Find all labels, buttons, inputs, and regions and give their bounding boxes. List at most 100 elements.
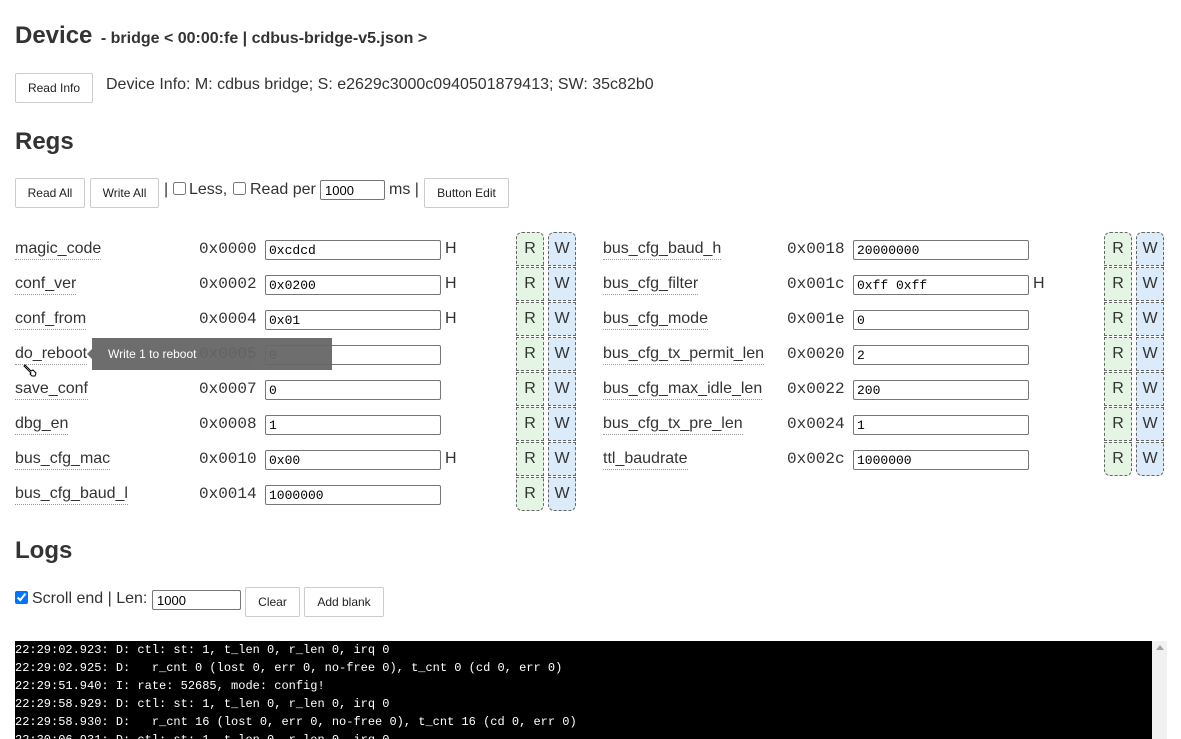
scroll-end-checkbox[interactable] [15, 591, 28, 604]
read-all-button[interactable]: Read All [15, 178, 85, 208]
reg-read-button[interactable]: R [516, 407, 544, 441]
reg-address: 0x0014 [199, 485, 257, 503]
reg-value-input[interactable] [853, 310, 1029, 330]
reg-read-button[interactable]: R [1104, 372, 1132, 406]
reg-read-button[interactable]: R [516, 302, 544, 336]
add-blank-button[interactable]: Add blank [304, 587, 384, 617]
reg-name: do_reboot [15, 344, 88, 365]
log-output[interactable]: 22:29:02.923: D: ctl: st: 1, t_len 0, r_… [15, 641, 1167, 739]
reg-write-button[interactable]: W [1136, 372, 1164, 406]
reg-read-button[interactable]: R [516, 442, 544, 476]
reg-name: ttl_baudrate [603, 449, 688, 470]
reg-format-flag: H [445, 240, 457, 257]
reg-value-input[interactable] [265, 275, 441, 295]
reg-value-input[interactable] [265, 450, 441, 470]
reg-read-button[interactable]: R [516, 267, 544, 301]
reg-write-button[interactable]: W [1136, 442, 1164, 476]
reg-address: 0x0000 [199, 240, 257, 258]
reg-address: 0x0004 [199, 310, 257, 328]
reg-name: dbg_en [15, 414, 69, 435]
log-length-input[interactable] [152, 590, 241, 610]
read-info-button[interactable]: Read Info [15, 73, 93, 103]
reg-value-input[interactable] [853, 415, 1029, 435]
reg-format-flag: H [445, 310, 457, 327]
device-info-text: Device Info: M: cdbus bridge; S: e2629c3… [106, 76, 654, 93]
reg-read-button[interactable]: R [1104, 337, 1132, 371]
scroll-end-label: Scroll end | Len: [32, 590, 148, 607]
reg-write-button[interactable]: W [1136, 407, 1164, 441]
device-title: Device [15, 22, 93, 49]
reg-address: 0x0002 [199, 275, 257, 293]
reg-format-flag: H [1033, 275, 1045, 292]
log-scrollbar[interactable] [1152, 641, 1167, 739]
reg-value-input[interactable] [853, 345, 1029, 365]
reg-read-button[interactable]: R [1104, 267, 1132, 301]
reg-name: bus_cfg_filter [603, 274, 699, 295]
reg-read-button[interactable]: R [516, 372, 544, 406]
reg-name: conf_from [15, 309, 87, 330]
read-per-checkbox[interactable] [233, 182, 246, 195]
reg-address: 0x0024 [787, 415, 845, 433]
reg-read-button[interactable]: R [516, 232, 544, 266]
reg-name: bus_cfg_baud_l [15, 484, 128, 505]
log-line: 22:29:58.930: D: r_cnt 16 (lost 0, err 0… [15, 715, 577, 729]
reg-address: 0x001c [787, 275, 845, 293]
reg-address: 0x0018 [787, 240, 845, 258]
reg-name: bus_cfg_tx_pre_len [603, 414, 743, 435]
reg-name: bus_cfg_tx_permit_len [603, 344, 764, 365]
reg-address: 0x0022 [787, 380, 845, 398]
logs-title: Logs [15, 537, 73, 564]
reg-value-input[interactable] [853, 450, 1029, 470]
reg-value-input[interactable] [265, 485, 441, 505]
regs-separator: | [164, 181, 169, 198]
write-all-button[interactable]: Write All [90, 178, 159, 208]
reg-write-button[interactable]: W [548, 407, 576, 441]
read-per-label: Read per [250, 181, 316, 198]
reg-name: bus_cfg_mac [15, 449, 111, 470]
button-edit-button[interactable]: Button Edit [424, 178, 509, 208]
reg-write-button[interactable]: W [548, 477, 576, 511]
device-header: Device - bridge < 00:00:fe | cdbus-bridg… [15, 22, 427, 50]
log-line: 22:30:06.931: D: ctl: st: 1, t_len 0, r_… [15, 731, 1167, 739]
reg-address: 0x0007 [199, 380, 257, 398]
reg-name: bus_cfg_max_idle_len [603, 379, 763, 400]
device-subtitle: - bridge < 00:00:fe | cdbus-bridge-v5.js… [100, 30, 428, 47]
reg-name: magic_code [15, 239, 102, 260]
reg-value-input[interactable] [853, 275, 1029, 295]
reg-write-button[interactable]: W [548, 302, 576, 336]
less-label: Less, [189, 181, 228, 198]
reg-value-input[interactable] [265, 240, 441, 260]
reg-value-input[interactable] [265, 415, 441, 435]
reg-address: 0x002c [787, 450, 845, 468]
reg-value-input[interactable] [853, 380, 1029, 400]
reg-write-button[interactable]: W [548, 442, 576, 476]
reg-write-button[interactable]: W [548, 372, 576, 406]
reg-write-button[interactable]: W [1136, 232, 1164, 266]
reg-read-button[interactable]: R [516, 477, 544, 511]
log-line: 22:29:02.923: D: ctl: st: 1, t_len 0, r_… [15, 643, 390, 657]
scroll-up-arrow-icon[interactable] [1156, 645, 1164, 650]
reg-value-input[interactable] [265, 380, 441, 400]
reg-read-button[interactable]: R [1104, 442, 1132, 476]
reg-value-input[interactable] [265, 310, 441, 330]
reg-address: 0x0010 [199, 450, 257, 468]
reg-read-button[interactable]: R [516, 337, 544, 371]
less-checkbox[interactable] [173, 182, 186, 195]
reg-write-button[interactable]: W [1136, 302, 1164, 336]
reg-name: save_conf [15, 379, 88, 400]
reg-write-button[interactable]: W [548, 337, 576, 371]
reg-write-button[interactable]: W [548, 232, 576, 266]
reg-name: conf_ver [15, 274, 77, 295]
reg-value-input[interactable] [853, 240, 1029, 260]
reg-write-button[interactable]: W [1136, 267, 1164, 301]
reg-address: 0x0020 [787, 345, 845, 363]
read-period-input[interactable] [320, 180, 385, 200]
clear-logs-button[interactable]: Clear [245, 587, 300, 617]
reg-write-button[interactable]: W [548, 267, 576, 301]
reg-read-button[interactable]: R [1104, 407, 1132, 441]
reg-write-button[interactable]: W [1136, 337, 1164, 371]
regs-title: Regs [15, 128, 74, 155]
reboot-tooltip: Write 1 to reboot [87, 338, 332, 370]
reg-read-button[interactable]: R [1104, 302, 1132, 336]
reg-read-button[interactable]: R [1104, 232, 1132, 266]
